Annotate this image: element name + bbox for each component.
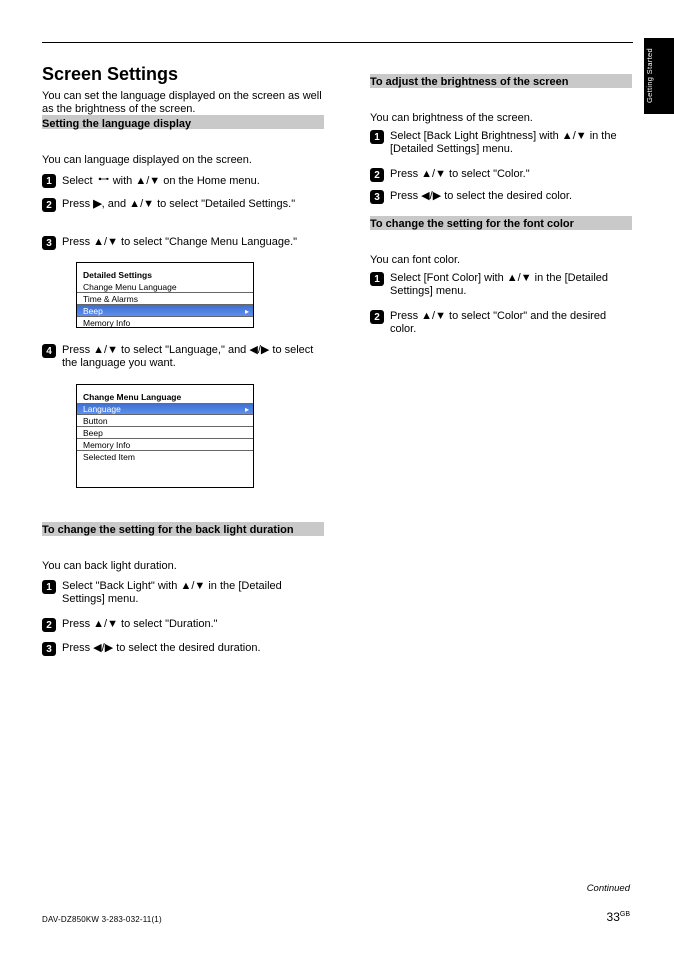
step-color-2: 2Press ▲/▼ to select "Color" and the des… — [370, 310, 630, 336]
menu-change-language: Change Menu Language Language▸ Button Be… — [76, 384, 254, 488]
side-tab-label: Getting Started — [645, 45, 673, 107]
step-bkl-2: 2Press ▲/▼ to select "Duration." — [42, 618, 322, 632]
p-bkl: You can back light duration. — [42, 560, 322, 573]
p-screen: You can set the language displayed on th… — [42, 90, 322, 116]
step-bkl-1: 1Select "Back Light" with ▲/▼ in the [De… — [42, 580, 322, 606]
page-number: 33GB — [607, 910, 630, 924]
step-number-1: 1 — [42, 174, 56, 188]
step-lang-4: 4 Press ▲/▼ to select "Language," and ◀/… — [42, 344, 322, 370]
step-number-4: 4 — [42, 344, 56, 358]
p-brightness: You can brightness of the screen. — [370, 112, 630, 125]
h2-screen-settings: Screen Settings — [42, 64, 178, 85]
step-lang-2: 2 Press ▶, and ▲/▼ to select "Detailed S… — [42, 198, 322, 212]
chevron-right-icon: ▸ — [245, 307, 249, 316]
p-lang: You can language displayed on the screen… — [42, 154, 322, 167]
step-number-2: 2 — [42, 198, 56, 212]
menu-detailed-settings: Detailed Settings Change Menu Language T… — [76, 262, 254, 328]
wrench-icon — [96, 174, 110, 184]
step-bright-3: 3Press ◀/▶ to select the desired color. — [370, 190, 630, 204]
step-lang-3: 3 Press ▲/▼ to select "Change Menu Langu… — [42, 236, 322, 250]
step-lang-1: 1 Select with ▲/▼ on the Home menu. — [42, 174, 260, 188]
p-fontcolor: You can font color. — [370, 254, 630, 267]
step-bkl-3: 3Press ◀/▶ to select the desired duratio… — [42, 642, 322, 656]
page: Getting Started Screen Settings You can … — [0, 0, 674, 954]
rule-top — [42, 42, 633, 43]
step-bright-1: 1Select [Back Light Brightness] with ▲/▼… — [370, 130, 630, 156]
step-number-3: 3 — [42, 236, 56, 250]
continued-label: Continued — [587, 883, 630, 894]
chevron-right-icon: ▸ — [245, 405, 249, 414]
step-bright-2: 2Press ▲/▼ to select "Color." — [370, 168, 630, 182]
step-color-1: 1Select [Font Color] with ▲/▼ in the [De… — [370, 272, 630, 298]
footer-model: DAV-DZ850KW 3-283-032-11(1) — [42, 915, 162, 924]
